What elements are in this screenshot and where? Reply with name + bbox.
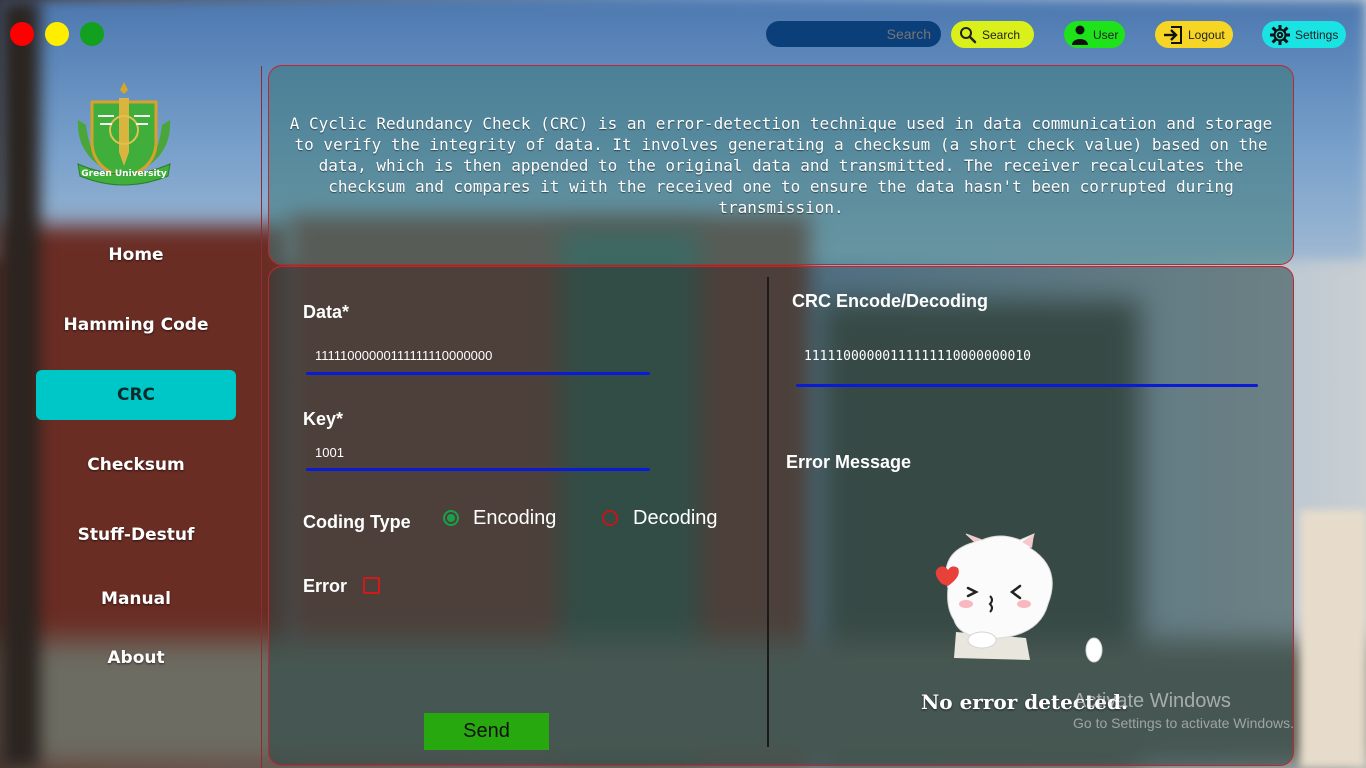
key-label: Key*: [303, 409, 344, 429]
data-input-underline: [306, 372, 650, 375]
sidebar-divider: [261, 66, 262, 768]
result-output: 11111000000111111110000000010: [804, 349, 1031, 364]
send-button[interactable]: Send: [424, 713, 549, 750]
sidebar-item-label: Stuff-Destuf: [77, 525, 195, 545]
sidebar-item-stuff-destuf[interactable]: Stuff-Destuf: [36, 510, 236, 560]
user-button[interactable]: User: [1064, 21, 1125, 48]
sidebar-item-crc[interactable]: CRC: [36, 370, 236, 420]
settings-button-label: Settings: [1295, 27, 1339, 42]
logout-button[interactable]: Logout: [1155, 21, 1233, 48]
cat-mascot-image: [935, 533, 1103, 663]
error-checkbox[interactable]: [363, 577, 380, 594]
error-message-label: Error Message: [786, 452, 912, 472]
gear-icon: [1270, 24, 1290, 45]
settings-button[interactable]: Settings: [1262, 21, 1346, 48]
key-input[interactable]: 1001: [315, 445, 344, 460]
sidebar-item-manual[interactable]: Manual: [36, 574, 236, 624]
decoding-radio-label[interactable]: Decoding: [633, 507, 718, 530]
error-label: Error: [303, 576, 348, 596]
sidebar-item-label: Checksum: [87, 455, 185, 475]
sidebar-item-label: CRC: [116, 385, 156, 405]
send-button-label: Send: [463, 720, 510, 742]
sidebar-item-label: About: [107, 648, 165, 668]
search-icon: [960, 26, 977, 43]
encoding-radio-label[interactable]: Encoding: [473, 507, 556, 530]
crc-description-text: A Cyclic Redundancy Check (CRC) is an er…: [289, 113, 1273, 217]
sidebar-item-home[interactable]: Home: [36, 230, 236, 280]
sidebar-item-label: Hamming Code: [63, 315, 209, 335]
crc-description-panel: A Cyclic Redundancy Check (CRC) is an er…: [268, 65, 1294, 265]
search-input[interactable]: [766, 21, 941, 47]
svg-text:Green University: Green University: [81, 169, 167, 179]
sidebar-item-about[interactable]: About: [36, 633, 236, 683]
university-logo: Green University: [77, 82, 171, 186]
column-divider: [767, 277, 769, 747]
logout-button-label: Logout: [1188, 27, 1225, 42]
data-input[interactable]: 11111000000111111110000000: [315, 348, 492, 363]
maximize-window-button[interactable]: [80, 22, 104, 46]
search-button[interactable]: Search: [951, 21, 1034, 48]
close-window-button[interactable]: [10, 22, 34, 46]
encoding-radio[interactable]: [443, 510, 459, 526]
activate-windows-subtitle: Go to Settings to activate Windows.: [1073, 715, 1294, 731]
user-button-label: User: [1093, 27, 1119, 42]
user-icon: [1072, 25, 1088, 45]
data-label: Data*: [303, 302, 350, 322]
minimize-window-button[interactable]: [45, 22, 69, 46]
logout-icon: [1164, 25, 1182, 44]
decoding-radio[interactable]: [602, 510, 618, 526]
search-button-label: Search: [982, 27, 1021, 42]
activate-windows-watermark: Activate Windows: [1073, 690, 1231, 712]
coding-type-label: Coding Type: [303, 512, 411, 532]
sidebar-item-label: Home: [108, 245, 164, 265]
result-title: CRC Encode/Decoding: [792, 291, 989, 311]
key-input-underline: [306, 468, 650, 471]
sidebar-item-checksum[interactable]: Checksum: [36, 440, 236, 490]
sidebar-item-hamming-code[interactable]: Hamming Code: [36, 300, 236, 350]
result-output-underline: [796, 384, 1258, 387]
sidebar-item-label: Manual: [101, 589, 171, 609]
